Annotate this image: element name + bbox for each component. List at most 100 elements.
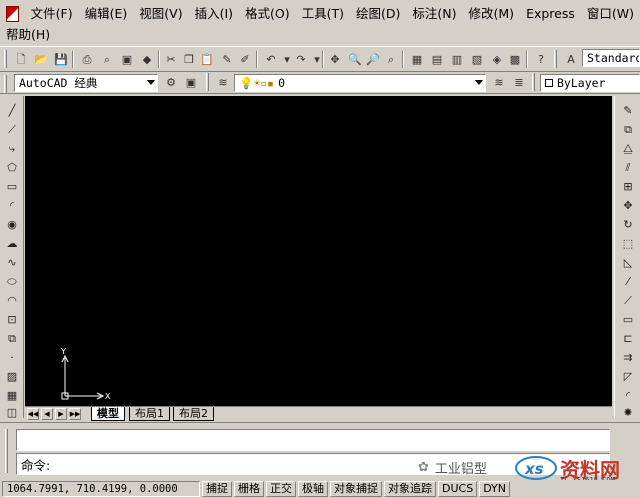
workspace-settings-icon[interactable]: ⚙ — [162, 74, 180, 91]
scale-icon[interactable]: ⬚ — [619, 235, 637, 251]
workspace-combo[interactable]: AutoCAD 经典 — [14, 74, 158, 92]
last-tab-icon[interactable]: ▶▶ — [69, 408, 81, 420]
snap-toggle[interactable]: 捕捉 — [202, 481, 232, 497]
tab-layout1[interactable]: 布局1 — [129, 407, 170, 421]
menu-tools[interactable]: 工具(T) — [296, 5, 350, 23]
offset-icon[interactable]: ⫽ — [619, 159, 637, 175]
properties-icon[interactable]: ▦ — [408, 51, 426, 68]
toolbar-grip[interactable] — [532, 73, 535, 91]
print-icon[interactable]: ⎙ — [78, 51, 96, 68]
calculator-icon[interactable]: ▩ — [506, 51, 524, 68]
zoom-previous-icon[interactable]: ⌕ — [382, 51, 400, 68]
zoom-window-icon[interactable]: 🔎 — [364, 51, 382, 68]
menu-dimension[interactable]: 标注(N) — [406, 5, 462, 23]
save-icon[interactable]: 💾 — [52, 51, 70, 68]
move-icon[interactable]: ✥ — [619, 197, 637, 213]
stretch-icon[interactable]: ◺ — [619, 254, 637, 270]
layer-previous-icon[interactable]: ≣ — [510, 74, 528, 91]
first-tab-icon[interactable]: ◀◀ — [27, 408, 39, 420]
otrack-toggle[interactable]: 对象追踪 — [384, 481, 436, 497]
command-history[interactable] — [16, 429, 610, 451]
dyn-toggle[interactable]: DYN — [479, 481, 511, 497]
next-tab-icon[interactable]: ▶ — [55, 408, 67, 420]
point-icon[interactable]: · — [3, 349, 21, 365]
copy-icon[interactable]: ❐ — [180, 51, 198, 68]
rotate-icon[interactable]: ↻ — [619, 216, 637, 232]
menu-edit[interactable]: 编辑(E) — [79, 5, 134, 23]
tool-palettes-icon[interactable]: ▥ — [448, 51, 466, 68]
extend-icon[interactable]: ⟋ — [619, 292, 637, 308]
array-icon[interactable]: ⊞ — [619, 178, 637, 194]
pan-icon[interactable]: ✥ — [326, 51, 344, 68]
menu-modify[interactable]: 修改(M) — [463, 5, 521, 23]
toolbar-grip[interactable] — [4, 50, 7, 68]
osnap-toggle[interactable]: 对象捕捉 — [330, 481, 382, 497]
toolbar-grip[interactable] — [4, 75, 7, 93]
insert-block-icon[interactable]: ⊡ — [3, 311, 21, 327]
gradient-icon[interactable]: ▦ — [3, 387, 21, 403]
line-icon[interactable]: ╱ — [3, 102, 21, 118]
tab-layout2[interactable]: 布局2 — [173, 407, 214, 421]
toolbar-grip[interactable] — [554, 50, 557, 68]
join-icon[interactable]: ⇉ — [619, 349, 637, 365]
menu-format[interactable]: 格式(O) — [239, 5, 296, 23]
ortho-toggle[interactable]: 正交 — [266, 481, 296, 497]
revision-cloud-icon[interactable]: ☁ — [3, 235, 21, 251]
explode-icon[interactable]: ✸ — [619, 404, 637, 420]
layer-combo[interactable]: 💡☀▫▪ 0 — [234, 74, 486, 92]
circle-icon[interactable]: ◉ — [3, 216, 21, 232]
region-icon[interactable]: ◫ — [3, 404, 21, 420]
layer-manager-icon[interactable]: ≋ — [214, 74, 232, 91]
menu-draw[interactable]: 绘图(D) — [350, 5, 406, 23]
command-input[interactable] — [56, 457, 357, 471]
design-center-icon[interactable]: ▤ — [428, 51, 446, 68]
polyline-icon[interactable]: ⤷ — [3, 140, 21, 156]
break-icon[interactable]: ⊏ — [619, 330, 637, 346]
hatch-icon[interactable]: ▨ — [3, 368, 21, 384]
tab-model[interactable]: 模型 — [91, 407, 125, 421]
sheet-set-icon[interactable]: ▧ — [468, 51, 486, 68]
toolbar-grip[interactable] — [206, 73, 209, 91]
grid-toggle[interactable]: 栅格 — [234, 481, 264, 497]
menu-insert[interactable]: 插入(I) — [189, 5, 239, 23]
drawing-canvas[interactable]: Y X — [25, 96, 612, 406]
erase-icon[interactable]: ✎ — [619, 102, 637, 118]
ellipse-icon[interactable]: ⬭ — [3, 273, 21, 289]
break-at-point-icon[interactable]: ▭ — [619, 311, 637, 327]
menu-view[interactable]: 视图(V) — [133, 5, 188, 23]
spline-icon[interactable]: ∿ — [3, 254, 21, 270]
menu-help[interactable]: 帮助(H) — [0, 26, 56, 44]
publish-web-icon[interactable]: ◆ — [138, 51, 156, 68]
menu-file[interactable]: 文件(F) — [25, 5, 79, 23]
mirror-icon[interactable]: ⧋ — [619, 140, 637, 156]
construction-line-icon[interactable]: ⟋ — [3, 121, 21, 137]
previous-tab-icon[interactable]: ◀ — [41, 408, 53, 420]
copy-object-icon[interactable]: ⧉ — [619, 121, 637, 137]
ellipse-arc-icon[interactable]: ◠ — [3, 292, 21, 308]
make-object-layer-current-icon[interactable]: ≋ — [490, 74, 508, 91]
chamfer-icon[interactable]: ◸ — [619, 368, 637, 384]
print-preview-icon[interactable]: ⌕ — [98, 51, 116, 68]
new-file-icon[interactable]: 🗋 — [12, 51, 30, 68]
chevron-down-icon[interactable] — [475, 80, 483, 85]
cut-icon[interactable]: ✂ — [162, 51, 180, 68]
rectangle-icon[interactable]: ▭ — [3, 178, 21, 194]
publish-icon[interactable]: ▣ — [118, 51, 136, 68]
color-combo[interactable]: ByLayer — [540, 74, 640, 92]
text-style-icon[interactable]: A — [562, 51, 580, 68]
open-file-icon[interactable]: 📂 — [32, 51, 50, 68]
fillet-icon[interactable]: ◜ — [619, 387, 637, 403]
markup-icon[interactable]: ◈ — [488, 51, 506, 68]
match-properties-icon[interactable]: ✎ — [218, 51, 236, 68]
chevron-down-icon[interactable] — [147, 80, 155, 85]
polar-toggle[interactable]: 极轴 — [298, 481, 328, 497]
trim-icon[interactable]: ⁄ — [619, 273, 637, 289]
zoom-realtime-icon[interactable]: 🔍 — [346, 51, 364, 68]
make-block-icon[interactable]: ⧉ — [3, 330, 21, 346]
menu-window[interactable]: 窗口(W) — [581, 5, 640, 23]
block-editor-icon[interactable]: ✐ — [236, 51, 254, 68]
autocad-app-icon[interactable] — [6, 6, 19, 22]
command-window-grip[interactable] — [5, 429, 8, 473]
menu-express[interactable]: Express — [520, 5, 581, 23]
text-style-combo[interactable]: Standard — [582, 49, 640, 67]
